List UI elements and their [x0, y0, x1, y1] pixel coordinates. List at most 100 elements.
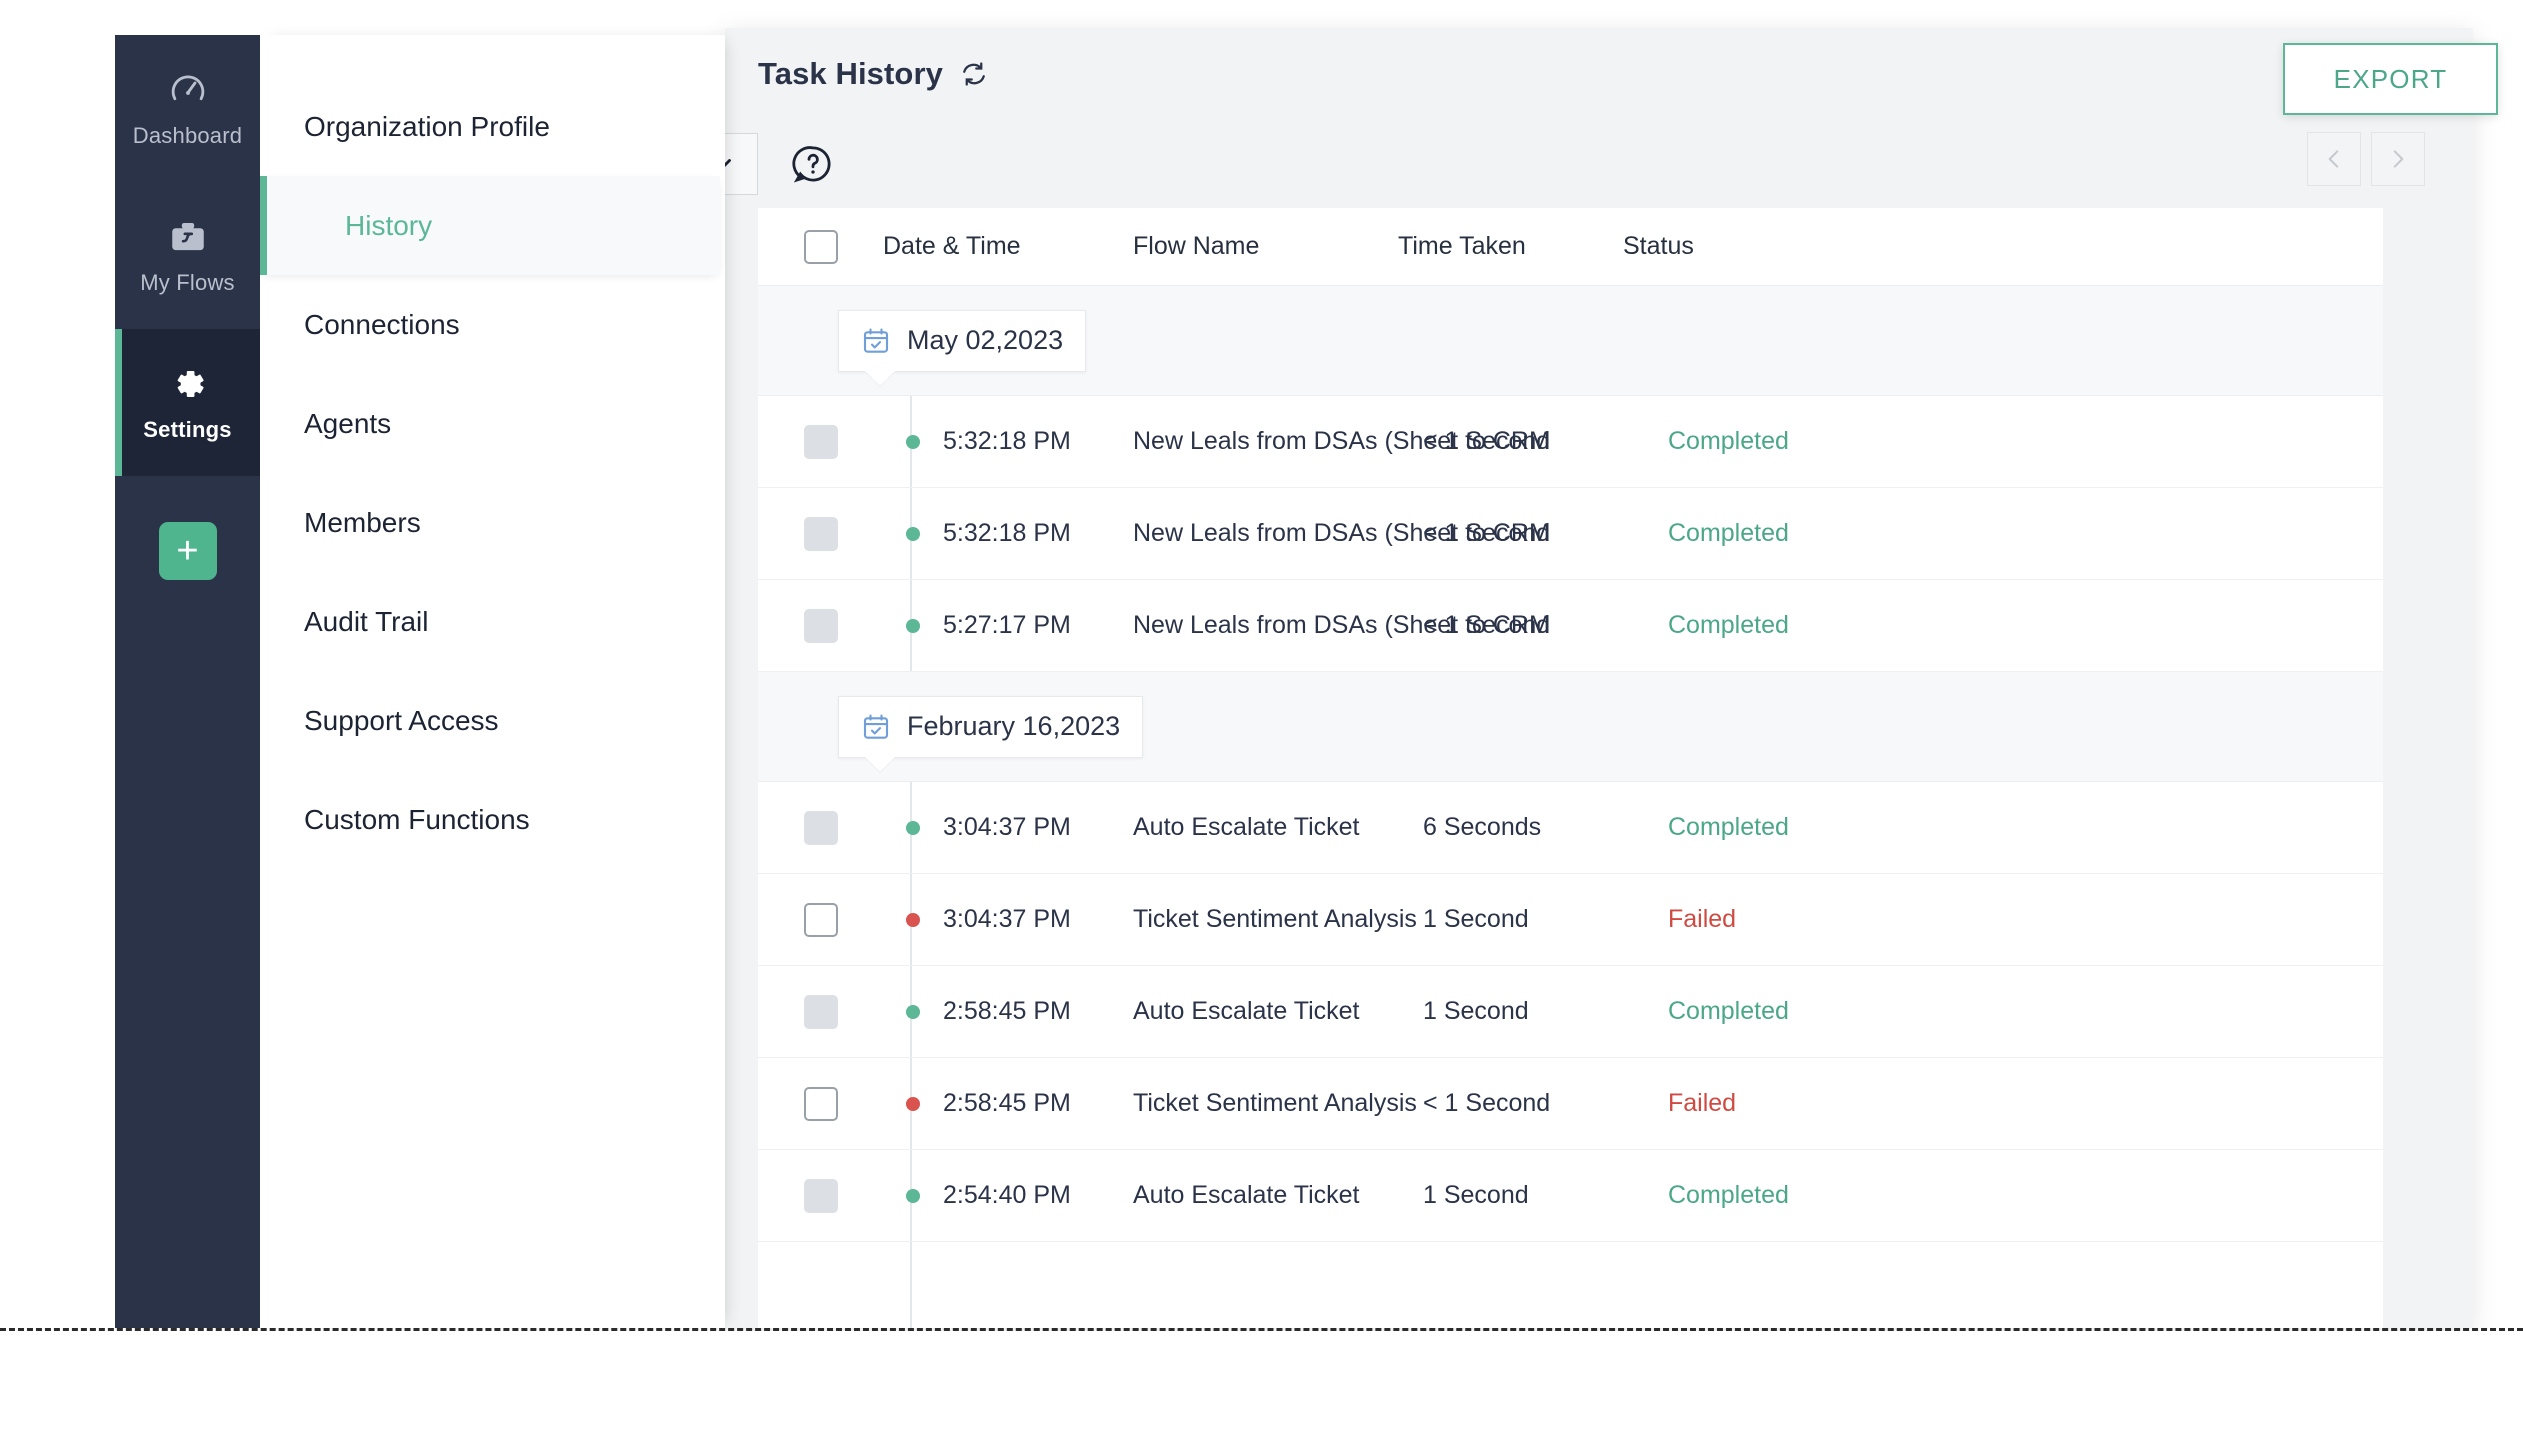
subnav-item-agents[interactable]: Agents	[260, 374, 725, 473]
subnav-item-connections[interactable]: Connections	[260, 275, 725, 374]
cell-date-time: 2:58:45 PM	[943, 1089, 1071, 1117]
subnav-item-label: Connections	[304, 308, 460, 340]
cell-status: Completed	[1668, 997, 1789, 1025]
page-title: Task History	[758, 56, 943, 91]
row-checkbox[interactable]	[803, 902, 838, 937]
row-checkbox[interactable]	[803, 516, 838, 551]
column-header-status[interactable]: Status	[1623, 232, 2383, 261]
status-dot-failed	[906, 912, 920, 927]
subnav-item-label: Custom Functions	[304, 803, 530, 835]
cell-status: Completed	[1668, 813, 1789, 841]
cell-date-time: 5:32:18 PM	[943, 519, 1071, 547]
subnav-item-label: History	[345, 209, 433, 241]
row-checkbox[interactable]	[803, 1178, 838, 1213]
row-select-cell	[758, 516, 883, 551]
cell-time-taken: < 1 Second	[1423, 519, 1551, 547]
question-mark-icon[interactable]	[792, 143, 834, 185]
table-header-row: Date & Time Flow Name Time Taken Status	[758, 208, 2383, 286]
select-all-checkbox[interactable]	[803, 229, 838, 264]
refresh-icon[interactable]	[959, 59, 989, 89]
sidebar-item-dashboard[interactable]: Dashboard	[115, 35, 260, 182]
page-header: Task History EXPORT	[725, 28, 2498, 120]
speedometer-icon	[167, 69, 209, 111]
sidebar-item-label: Settings	[143, 416, 232, 442]
sidebar-item-my-flows[interactable]: My Flows	[115, 182, 260, 329]
cell-status: Completed	[1668, 611, 1789, 639]
column-header-date-time[interactable]: Date & Time	[883, 232, 1133, 261]
cell-status: Completed	[1668, 427, 1789, 455]
export-button[interactable]: EXPORT	[2283, 43, 2498, 115]
row-checkbox[interactable]	[803, 994, 838, 1029]
calendar-check-icon	[861, 712, 891, 742]
subnav-item-members[interactable]: Members	[260, 473, 725, 572]
cell-date-time: 5:27:17 PM	[943, 611, 1071, 639]
cell-date-time: 3:04:37 PM	[943, 905, 1071, 933]
subnav-item-custom-functions[interactable]: Custom Functions	[260, 770, 725, 869]
row-checkbox[interactable]	[803, 1086, 838, 1121]
calendar-check-icon	[861, 326, 891, 356]
date-group-pill: February 16,2023	[838, 695, 1144, 758]
viewport-cut-line	[0, 1328, 2523, 1331]
subnav-item-history[interactable]: History	[260, 176, 720, 275]
cell-time-taken: 1 Second	[1423, 905, 1529, 933]
add-button-wrap: +	[115, 476, 260, 626]
cell-flow-name: Ticket Sentiment Analysis	[1133, 905, 1417, 933]
cell-flow-name: Auto Escalate Ticket	[1133, 997, 1360, 1025]
table-row[interactable]: 2:54:40 PM Auto Escalate Ticket 1 Second…	[758, 1150, 2383, 1242]
date-group-label: May 02,2023	[907, 325, 1064, 355]
settings-subnav: Organization Profile History Connections…	[260, 35, 725, 1328]
subnav-item-audit-trail[interactable]: Audit Trail	[260, 572, 725, 671]
column-header-time-taken[interactable]: Time Taken	[1398, 232, 1623, 261]
table-row[interactable]: 3:04:37 PM Ticket Sentiment Analysis 1 S…	[758, 874, 2383, 966]
subnav-item-support-access[interactable]: Support Access	[260, 671, 725, 770]
cell-time-taken: 6 Seconds	[1423, 813, 1542, 841]
table-row[interactable]: 5:27:17 PM New Leals from DSAs (Sheet to…	[758, 580, 2383, 672]
cell-status: Completed	[1668, 519, 1789, 547]
cell-flow-name: New Leals from DSAs (Sheet to CRM	[1133, 427, 1550, 455]
row-select-cell	[758, 1178, 883, 1213]
select-all-cell	[758, 229, 883, 264]
cell-time-taken: < 1 Second	[1423, 611, 1551, 639]
row-select-cell	[758, 608, 883, 643]
table-row[interactable]: 2:58:45 PM Ticket Sentiment Analysis < 1…	[758, 1058, 2383, 1150]
row-checkbox[interactable]	[803, 424, 838, 459]
add-new-button[interactable]: +	[158, 522, 217, 580]
app-root: Dashboard My Flows Settings + Organizati…	[0, 0, 2523, 1432]
row-checkbox[interactable]	[803, 608, 838, 643]
date-group-pill: May 02,2023	[838, 309, 1087, 372]
sidebar-item-settings[interactable]: Settings	[115, 329, 260, 476]
subnav-item-label: Agents	[304, 407, 392, 439]
briefcase-flow-icon	[167, 216, 209, 258]
row-select-cell	[758, 994, 883, 1029]
subnav-item-organization-profile[interactable]: Organization Profile	[260, 77, 725, 176]
table-row[interactable]: 5:32:18 PM New Leals from DSAs (Sheet to…	[758, 396, 2383, 488]
date-group-header: February 16,2023	[758, 672, 2383, 782]
table-row[interactable]: 3:04:37 PM Auto Escalate Ticket 6 Second…	[758, 782, 2383, 874]
subnav-item-label: Support Access	[304, 704, 499, 736]
primary-sidebar: Dashboard My Flows Settings +	[115, 35, 260, 1328]
table-row[interactable]: 5:32:18 PM New Leals from DSAs (Sheet to…	[758, 488, 2383, 580]
cell-date-time: 5:32:18 PM	[943, 427, 1071, 455]
status-dot-completed	[906, 434, 920, 449]
pagination-controls	[2307, 132, 2425, 186]
cell-status: Completed	[1668, 1181, 1789, 1209]
main-panel: Task History EXPORT RUN	[453, 28, 2498, 1328]
cell-flow-name: Auto Escalate Ticket	[1133, 813, 1360, 841]
row-select-cell	[758, 1086, 883, 1121]
table-row[interactable]: 2:58:45 PM Auto Escalate Ticket 1 Second…	[758, 966, 2383, 1058]
row-status-dot-cell	[883, 1004, 943, 1019]
row-status-dot-cell	[883, 618, 943, 633]
pagination-next-button[interactable]	[2371, 132, 2425, 186]
row-status-dot-cell	[883, 912, 943, 927]
column-header-flow-name[interactable]: Flow Name	[1133, 232, 1398, 261]
cell-flow-name: New Leals from DSAs (Sheet to CRM	[1133, 611, 1550, 639]
status-dot-completed	[906, 820, 920, 835]
date-group-label: February 16,2023	[907, 711, 1121, 741]
pagination-prev-button[interactable]	[2307, 132, 2361, 186]
row-status-dot-cell	[883, 434, 943, 449]
row-checkbox[interactable]	[803, 810, 838, 845]
toolbar: RUN	[453, 120, 2473, 208]
cell-flow-name: Auto Escalate Ticket	[1133, 1181, 1360, 1209]
row-select-cell	[758, 810, 883, 845]
row-select-cell	[758, 902, 883, 937]
